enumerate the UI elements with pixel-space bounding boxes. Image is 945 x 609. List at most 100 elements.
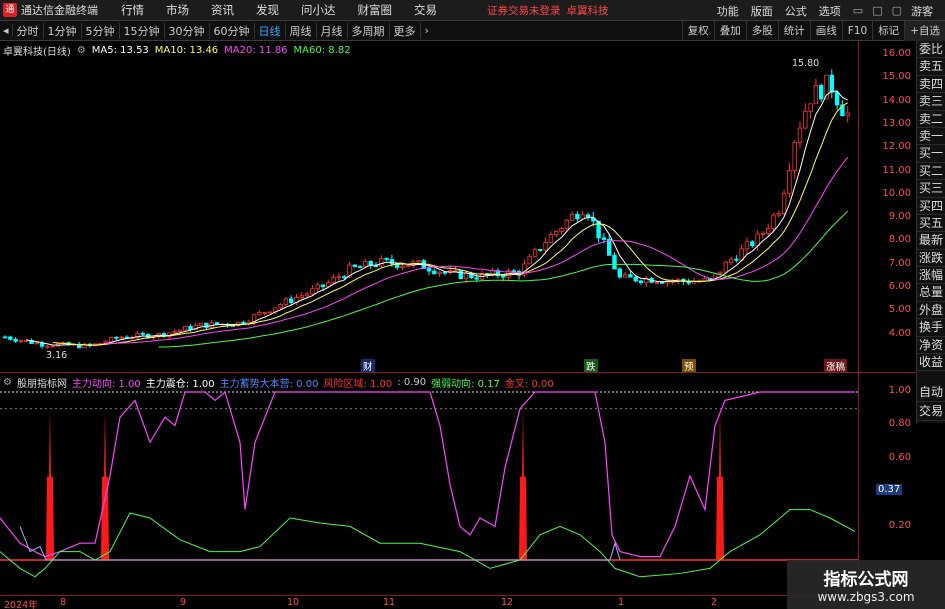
indicator-risk-zone: 风险区域: 1.00 [323, 378, 393, 390]
candle-body [262, 312, 267, 314]
price-tick: 5.00 [888, 304, 911, 316]
side-tab-1[interactable]: 卖五 [917, 58, 945, 76]
stock-title: 卓翼科技(日线) [3, 46, 71, 58]
candle-body [405, 265, 410, 268]
candle-body [352, 264, 357, 267]
ma60-value: MA60: 8.82 [293, 44, 351, 56]
candle-body [527, 255, 532, 265]
indicator-settings-icon[interactable]: ⚙ [3, 377, 12, 388]
price-tick: 16.00 [882, 48, 911, 59]
candle-body [373, 265, 379, 268]
base-camp-line [19, 526, 621, 561]
main-trend-line [0, 390, 855, 558]
candle-body [18, 340, 24, 342]
main-chart-info: 卓翼科技(日线) ⚙ MA5: 13.53 MA10: 13.46 MA20: … [3, 43, 357, 58]
date-tick: 1 [618, 597, 625, 608]
indicator-shakeout: 主力震仓: 1.00 [145, 378, 215, 390]
side-tab-10[interactable]: 买五 [917, 215, 945, 233]
candle-body [463, 272, 469, 280]
side-tab-14[interactable]: 总量 [917, 284, 945, 302]
side-tab-5[interactable]: 卖一 [917, 128, 945, 146]
indicator-info: ⚙ 股朋指标网 主力动向: 1.00 主力震仓: 1.00 主力蓄势大本营: 0… [3, 375, 559, 390]
ma5-value: MA5: 13.53 [91, 44, 149, 56]
price-axis: 16.00 15.00 14.00 13.00 12.00 11.00 10.00 9.00 8… [858, 41, 915, 372]
indicator-tick: 1.00 [888, 385, 911, 396]
candle-body [140, 332, 145, 335]
candle-body [654, 281, 660, 284]
candle-body [426, 268, 432, 272]
event-drop[interactable]: 跌 [584, 359, 598, 373]
indicator-tick: 0.80 [888, 418, 911, 429]
date-axis: 2024年 8 9 10 11 12 1 2 [0, 595, 916, 609]
candle-body [776, 213, 781, 216]
price-tick: 6.00 [888, 281, 911, 292]
side-tab-11[interactable]: 最新 [917, 232, 945, 250]
auto-trade-tab-0[interactable]: 自动 [917, 383, 945, 402]
candle-body [283, 298, 289, 305]
ma10-line [52, 102, 848, 346]
candle-body [384, 258, 389, 260]
candle-body [278, 304, 283, 309]
candle-body [241, 321, 246, 325]
indicator-name[interactable]: 股朋指标网 [17, 375, 67, 390]
side-tab-17[interactable]: 净资 [917, 337, 945, 355]
event-rise[interactable]: 涨稿 [824, 359, 848, 373]
side-tab-7[interactable]: 买二 [917, 163, 945, 181]
date-tick: 10 [287, 597, 300, 608]
candle-body [453, 269, 458, 272]
event-finance[interactable]: 财 [361, 359, 375, 373]
candle-body [612, 254, 617, 270]
candle-body [543, 242, 548, 251]
side-tab-16[interactable]: 换手 [917, 319, 945, 337]
side-tab-6[interactable]: 买一 [917, 145, 945, 163]
date-tick: 2 [711, 597, 718, 608]
side-tab-3[interactable]: 卖三 [917, 93, 945, 111]
ma5-line [26, 90, 848, 346]
candle-body [797, 127, 803, 143]
candle-body [119, 336, 124, 339]
auto-trade-tabs: 自动 交易 [916, 383, 945, 423]
candle-body [331, 276, 336, 283]
candle-body [304, 293, 310, 297]
candle-body [108, 336, 114, 343]
side-tab-2[interactable]: 卖四 [917, 76, 945, 94]
candle-body [760, 232, 766, 235]
price-tick: 12.00 [882, 141, 911, 153]
side-tab-13[interactable]: 涨幅 [917, 267, 945, 285]
candle-body [363, 260, 368, 268]
candle-body [808, 103, 813, 112]
candle-body [315, 284, 320, 290]
low-marker: 3.16 [46, 350, 68, 361]
candle-body [13, 338, 18, 342]
indicator-tick: 0.37 [876, 484, 903, 495]
chart-canvas[interactable] [0, 0, 945, 609]
side-tab-8[interactable]: 买三 [917, 180, 945, 198]
price-tick: 9.00 [888, 211, 911, 223]
candle-body [734, 258, 739, 261]
price-tick: 10.00 [882, 187, 911, 199]
candle-body [792, 141, 797, 171]
watermark-url: www.zbgs3.com [817, 590, 915, 604]
ma10-value: MA10: 13.46 [154, 44, 219, 56]
candle-body [554, 231, 559, 235]
side-tab-4[interactable]: 卖二 [917, 111, 945, 128]
candle-body [511, 270, 516, 273]
event-forecast[interactable]: 预 [682, 359, 696, 373]
side-tab-9[interactable]: 买四 [917, 198, 945, 215]
candle-body [2, 336, 8, 339]
candle-body [182, 325, 188, 331]
candle-body [336, 276, 342, 279]
date-tick: 12 [501, 597, 514, 608]
high-marker: 15.80 [792, 58, 820, 69]
candle-body [755, 233, 760, 247]
side-tab-18[interactable]: 收益 [917, 354, 945, 372]
side-tab-0[interactable]: 委比 [917, 41, 945, 59]
panel-divider[interactable] [0, 372, 916, 373]
side-tab-12[interactable]: 涨跌 [917, 250, 945, 268]
auto-trade-tab-1[interactable]: 交易 [917, 402, 945, 421]
candle-body [416, 260, 421, 263]
candle-body [379, 258, 384, 267]
settings-icon[interactable]: ⚙ [77, 45, 86, 56]
side-tab-15[interactable]: 外盘 [917, 302, 945, 320]
candle-body [532, 249, 538, 257]
